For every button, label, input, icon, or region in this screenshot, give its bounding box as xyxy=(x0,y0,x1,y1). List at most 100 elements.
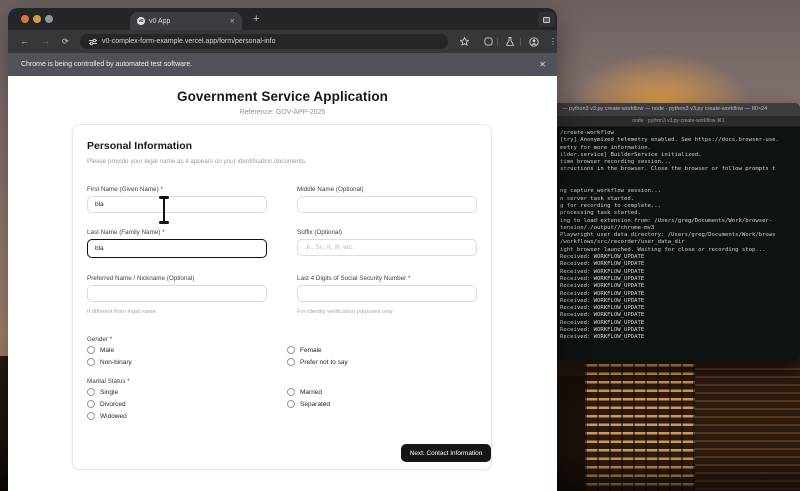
window-minimize-button[interactable] xyxy=(33,15,41,23)
radio-circle-icon xyxy=(87,388,95,396)
terminal-tab-label: node · python3 v3.py create-workflow ⌘1 xyxy=(632,118,725,124)
radio-circle-icon xyxy=(87,400,95,408)
terminal-tabbar[interactable]: node · python3 v3.py create-workflow ⌘1 xyxy=(557,116,800,127)
tab-strip: v0 v0 App ✕ + xyxy=(8,8,557,30)
extensions-icon[interactable] xyxy=(480,34,496,49)
browser-toolbar: ← → ⟳ v0-complex-form-example.vercel.app… xyxy=(8,30,557,53)
radio-prefer-not-to-say[interactable]: Prefer not to say xyxy=(287,358,348,366)
terminal-line: Received: WORKFLOW_UPDATE xyxy=(560,327,645,334)
terminal-line: Received: WORKFLOW_UPDATE xyxy=(560,290,645,297)
last-name-label: Last Name (Family Name) * xyxy=(87,229,165,236)
back-icon[interactable]: ← xyxy=(20,30,29,53)
tab-favicon-icon: v0 xyxy=(137,17,145,25)
last-name-input[interactable] xyxy=(87,239,267,258)
terminal-output[interactable]: /create-workflow [try] Anonymized telemet… xyxy=(557,127,800,360)
section-heading: Personal Information xyxy=(87,140,193,152)
terminal-line: [try] Anonymized telemetry enabled. See … xyxy=(560,137,779,144)
radio-circle-icon xyxy=(287,358,295,366)
terminal-line: n server task started. xyxy=(560,195,635,202)
radio-married[interactable]: Married xyxy=(287,388,322,396)
radio-female[interactable]: Female xyxy=(287,346,322,354)
radio-label: Female xyxy=(300,346,322,354)
marital-status-label: Marital Status * xyxy=(87,378,130,385)
radio-divorced[interactable]: Divorced xyxy=(87,400,126,408)
radio-non-binary[interactable]: Non-binary xyxy=(87,358,132,366)
terminal-line: Received: WORKFLOW_UPDATE xyxy=(560,297,645,304)
terminal-line: ilder.service] BuilderService initialize… xyxy=(560,151,702,158)
middle-name-input[interactable] xyxy=(297,196,477,213)
preferred-name-input[interactable] xyxy=(87,285,267,302)
desktop: — python3 v3.py create-workflow — node ·… xyxy=(0,0,800,491)
toolbar-divider xyxy=(520,38,521,46)
tune-icon[interactable] xyxy=(89,38,97,46)
radio-separated[interactable]: Separated xyxy=(287,400,330,408)
infobar-close-icon[interactable]: ✕ xyxy=(539,53,546,76)
radio-label: Male xyxy=(100,346,115,354)
radio-circle-icon xyxy=(287,400,295,408)
terminal-line: Received: WORKFLOW_UPDATE xyxy=(560,254,645,261)
infobar-text: Chrome is being controlled by automated … xyxy=(21,61,193,68)
url-text: v0-complex-form-example.vercel.app/form/… xyxy=(102,38,276,45)
next-contact-information-button[interactable]: Next: Contact Information xyxy=(401,444,491,462)
radio-male[interactable]: Male xyxy=(87,346,114,354)
labs-flask-icon[interactable] xyxy=(502,34,518,49)
terminal-line: Received: WORKFLOW_UPDATE xyxy=(560,319,645,326)
terminal-line: tension/./output//chrome-mv3 xyxy=(560,224,655,231)
window-close-button[interactable] xyxy=(21,15,29,23)
i-beam-cursor xyxy=(158,196,170,224)
radio-single[interactable]: Single xyxy=(87,388,118,396)
terminal-titlebar: — python3 v3.py create-workflow — node ·… xyxy=(557,103,800,116)
radio-label: Divorced xyxy=(100,400,126,408)
page-title: Government Service Application xyxy=(176,89,389,104)
terminal-line: /workflows/src/recorder/user_data_dir xyxy=(560,239,685,246)
terminal-line: Received: WORKFLOW_UPDATE xyxy=(560,334,645,341)
automation-infobar: Chrome is being controlled by automated … xyxy=(8,53,557,76)
radio-circle-icon xyxy=(87,412,95,420)
radio-circle-icon xyxy=(87,358,95,366)
section-subtitle: Please provide your legal name as it app… xyxy=(87,158,307,165)
terminal-line: structions in the browser. Close the bro… xyxy=(560,166,776,173)
terminal-line: Received: WORKFLOW_UPDATE xyxy=(560,312,645,319)
personal-information-card: Personal Information Please provide your… xyxy=(72,124,492,470)
preferred-name-helper: If different from legal name xyxy=(87,309,156,315)
preferred-name-label: Preferred Name / Nickname (Optional) xyxy=(87,275,195,282)
browser-window: v0 v0 App ✕ + ← → ⟳ v0-complex-form-exam… xyxy=(8,8,557,491)
radio-label: Non-binary xyxy=(100,358,132,366)
address-bar[interactable]: v0-complex-form-example.vercel.app/form/… xyxy=(80,34,448,49)
radio-widowed[interactable]: Widowed xyxy=(87,412,127,420)
terminal-line: ing to load extension from: /Users/greg/… xyxy=(560,217,773,224)
bookmark-star-icon[interactable] xyxy=(456,34,472,49)
ssn-last4-input[interactable] xyxy=(297,285,477,302)
terminal-line: Received: WORKFLOW_UPDATE xyxy=(560,283,645,290)
radio-circle-icon xyxy=(287,346,295,354)
radio-circle-icon xyxy=(87,346,95,354)
ssn-last4-label: Last 4 Digits of Social Security Number … xyxy=(297,275,411,282)
terminal-line: ng capture_workflow session... xyxy=(560,188,662,195)
new-tab-button[interactable]: + xyxy=(253,11,259,27)
terminal-title: — python3 v3.py create-workflow — node ·… xyxy=(562,106,768,112)
reload-icon[interactable]: ⟳ xyxy=(62,30,69,53)
suffix-input[interactable] xyxy=(297,239,477,256)
radio-label: Widowed xyxy=(100,412,127,420)
terminal-line: Received: WORKFLOW_UPDATE xyxy=(560,261,645,268)
middle-name-label: Middle Name (Optional) xyxy=(297,186,364,193)
menu-kebab-icon[interactable]: ⋮ xyxy=(545,34,557,49)
first-name-input[interactable] xyxy=(87,196,267,213)
reference-number: Reference: GOV-APP-2025 xyxy=(239,109,326,116)
forward-icon[interactable]: → xyxy=(41,30,50,53)
profile-avatar-icon[interactable] xyxy=(526,34,542,49)
radio-circle-icon xyxy=(287,388,295,396)
web-page: Government Service Application Reference… xyxy=(8,76,557,491)
window-zoom-button[interactable] xyxy=(45,15,53,23)
search-tabs-button[interactable] xyxy=(538,12,555,27)
tab-close-icon[interactable]: ✕ xyxy=(230,17,235,25)
browser-tab[interactable]: v0 v0 App ✕ xyxy=(130,12,242,30)
suffix-label: Suffix (Optional) xyxy=(297,229,343,236)
gender-label: Gender * xyxy=(87,336,113,343)
terminal-line: metry for more information. xyxy=(560,144,651,151)
ssn-last4-helper: For identity verification purposes only xyxy=(297,309,393,315)
terminal-line: Received: WORKFLOW_UPDATE xyxy=(560,268,645,275)
terminal-window: — python3 v3.py create-workflow — node ·… xyxy=(557,103,800,360)
